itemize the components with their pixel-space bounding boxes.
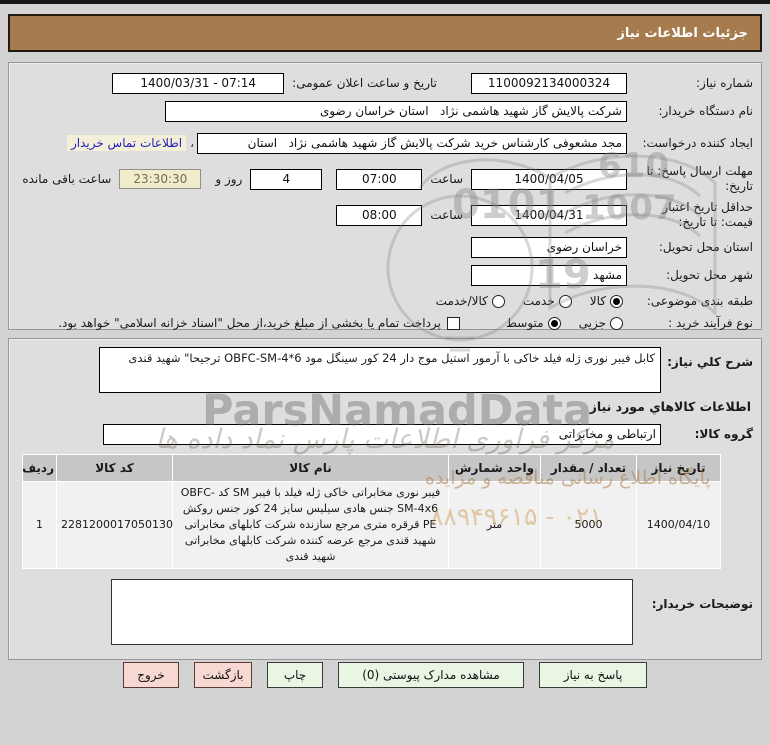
radio-service-label: خدمت <box>523 294 555 308</box>
delivery-province-input[interactable] <box>471 237 627 258</box>
description-label: شرح کلي نیاز: <box>665 355 753 369</box>
reply-deadline-row: مهلت ارسال پاسخ: تا تاریخ: ساعت روز و 23… <box>15 163 753 195</box>
buyer-name-label: نام دستگاه خریدار: <box>635 104 753 119</box>
treasury-docs-label: پرداخت تمام یا بخشی از مبلغ خرید،از محل … <box>58 316 441 330</box>
delivery-city-label: شهر محل تحویل: <box>635 268 753 283</box>
header-row-number: ردیف <box>23 455 57 482</box>
price-validity-hour-label: ساعت <box>430 208 463 222</box>
subject-class-row: طبقه بندی موضوعی: کالا خدمت کالا/خدمت <box>15 291 753 311</box>
treasury-docs-checkbox[interactable] <box>447 317 460 330</box>
goods-group-input[interactable] <box>103 424 661 445</box>
price-validity-time-input[interactable] <box>336 205 422 226</box>
process-type-row: نوع فرآیند خرید : جزیی متوسط پرداخت تمام… <box>15 313 753 333</box>
cell-unit: متر <box>449 482 541 569</box>
price-validity-label: حداقل تاریخ اعتبار قیمت: تا تاریخ: <box>635 200 753 230</box>
radio-service[interactable] <box>559 295 572 308</box>
cell-row-number: 1 <box>23 482 57 569</box>
header-quantity: تعداد / مقدار <box>541 455 637 482</box>
button-bar: پاسخ به نیاز مشاهده مدارک پیوستی (0) چاپ… <box>0 662 770 688</box>
radio-goods[interactable] <box>610 295 623 308</box>
request-creator-row: ایجاد کننده درخواست: ، اطلاعات تماس خرید… <box>15 127 753 159</box>
header-need-date: تاریخ نیاز <box>637 455 721 482</box>
delivery-province-label: استان محل تحویل: <box>635 240 753 255</box>
remaining-days-input[interactable] <box>250 169 322 190</box>
delivery-city-input[interactable] <box>471 265 627 286</box>
header-unit: واحد شمارش <box>449 455 541 482</box>
radio-partial[interactable] <box>610 317 623 330</box>
need-number-input[interactable] <box>471 73 627 94</box>
request-creator-label: ایجاد کننده درخواست: <box>635 136 753 151</box>
announce-datetime-input[interactable] <box>112 73 284 94</box>
price-validity-date-input[interactable] <box>471 205 627 226</box>
process-type-label: نوع فرآیند خرید : <box>635 316 753 331</box>
goods-group-label: گروه کالا: <box>665 427 753 441</box>
days-and-label: روز و <box>215 172 242 186</box>
creator-separator: ، <box>190 136 194 150</box>
announce-datetime-label: تاریخ و ساعت اعلان عمومی: <box>292 76 437 90</box>
reply-to-need-button[interactable]: پاسخ به نیاز <box>539 662 647 688</box>
cell-item-code: 2281200017050130 <box>57 482 173 569</box>
goods-table-header-row: تاریخ نیاز تعداد / مقدار واحد شمارش نام … <box>23 455 721 482</box>
header-item-code: کد کالا <box>57 455 173 482</box>
goods-section-header: اطلاعات کالاهاي مورد نیاز <box>15 399 751 414</box>
subject-class-label: طبقه بندی موضوعی: <box>635 294 753 309</box>
radio-medium[interactable] <box>548 317 561 330</box>
hours-remaining-label: ساعت باقی مانده <box>22 172 111 186</box>
table-row[interactable]: 1400/04/10 5000 متر فیبر نوری مخابراتی خ… <box>23 482 721 569</box>
description-row: شرح کلي نیاز: کابل فیبر نوری ژله فیلد خا… <box>15 347 753 395</box>
need-number-row: شماره نیاز: تاریخ و ساعت اعلان عمومی: <box>15 71 753 95</box>
view-attachments-button[interactable]: مشاهده مدارک پیوستی (0) <box>338 662 524 688</box>
goods-group-row: گروه کالا: <box>15 422 753 446</box>
header-item-name: نام کالا <box>173 455 449 482</box>
goods-table: تاریخ نیاز تعداد / مقدار واحد شمارش نام … <box>22 454 721 569</box>
cell-quantity: 5000 <box>541 482 637 569</box>
need-number-label: شماره نیاز: <box>635 76 753 91</box>
request-creator-input[interactable] <box>197 133 627 154</box>
delivery-city-row: شهر محل تحویل: <box>15 263 753 287</box>
radio-medium-label: متوسط <box>506 316 544 330</box>
radio-partial-label: جزیی <box>579 316 606 330</box>
price-validity-row: حداقل تاریخ اعتبار قیمت: تا تاریخ: ساعت <box>15 199 753 231</box>
cell-item-name: فیبر نوری مخابراتی خاکی ژله فیلد با فیبر… <box>173 482 449 569</box>
countdown-timer: 23:30:30 <box>119 169 201 189</box>
description-box[interactable]: کابل فیبر نوری ژله فیلد خاکی با آرمور اس… <box>99 347 661 393</box>
buyer-notes-row: توضیحات خریدار: <box>15 579 753 645</box>
delivery-province-row: استان محل تحویل: <box>15 235 753 259</box>
buyer-notes-box[interactable] <box>111 579 633 645</box>
need-details-page: { "title_bar": { "text": "جزئیات اطلاعات… <box>0 0 770 745</box>
buyer-contact-link[interactable]: اطلاعات تماس خریدار <box>67 135 186 151</box>
need-info-panel: شماره نیاز: تاریخ و ساعت اعلان عمومی: نا… <box>8 62 762 330</box>
radio-goods-label: کالا <box>590 294 606 308</box>
radio-goods-service[interactable] <box>492 295 505 308</box>
radio-goods-service-label: کالا/خدمت <box>436 294 488 308</box>
goods-panel: شرح کلي نیاز: کابل فیبر نوری ژله فیلد خا… <box>8 338 762 660</box>
page-title: جزئیات اطلاعات نیاز <box>617 26 748 41</box>
exit-button[interactable]: خروج <box>123 662 179 688</box>
reply-deadline-hour-label: ساعت <box>430 172 463 186</box>
print-button[interactable]: چاپ <box>267 662 323 688</box>
cell-need-date: 1400/04/10 <box>637 482 721 569</box>
buyer-name-row: نام دستگاه خریدار: <box>15 99 753 123</box>
buyer-name-input[interactable] <box>165 101 627 122</box>
reply-deadline-label: مهلت ارسال پاسخ: تا تاریخ: <box>635 164 753 194</box>
back-button[interactable]: بازگشت <box>194 662 252 688</box>
reply-deadline-time-input[interactable] <box>336 169 422 190</box>
buyer-notes-label: توضیحات خریدار: <box>641 597 753 611</box>
reply-deadline-date-input[interactable] <box>471 169 627 190</box>
title-bar: جزئیات اطلاعات نیاز <box>8 14 762 52</box>
top-divider <box>0 0 770 4</box>
